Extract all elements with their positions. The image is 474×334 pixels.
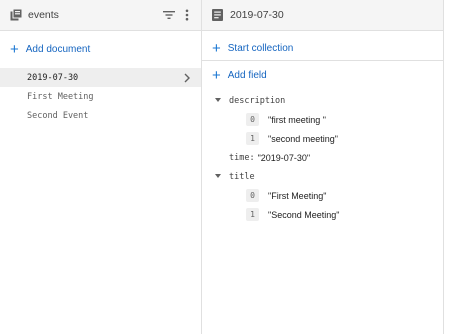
add-document-label: Add document [25, 43, 91, 55]
document-item[interactable]: 2019-07-30 [0, 68, 201, 87]
array-value: "second meeting" [268, 133, 338, 144]
field-row-time[interactable]: time: "2019-07-30" [202, 148, 443, 167]
collection-header: events [0, 0, 201, 31]
array-item[interactable]: 1 "Second Meeting" [202, 205, 443, 224]
field-name: description [229, 95, 286, 106]
expand-caret-icon[interactable] [215, 98, 221, 102]
array-item[interactable]: 1 "second meeting" [202, 129, 443, 148]
collection-icon [10, 9, 22, 21]
array-index: 1 [246, 208, 259, 221]
document-icon [212, 9, 224, 21]
array-index: 0 [246, 113, 259, 126]
filter-icon[interactable] [163, 8, 175, 22]
plus-icon: + [212, 40, 221, 57]
field-row-title[interactable]: title [202, 167, 443, 186]
plus-icon: + [10, 40, 19, 58]
array-value: "Second Meeting" [268, 209, 340, 220]
document-item[interactable]: First Meeting [0, 87, 201, 106]
add-field-button[interactable]: + Add field [202, 63, 443, 87]
document-id: 2019-07-30 [27, 72, 79, 83]
document-id: First Meeting [27, 91, 94, 102]
document-pane: 2019-07-30 + Start collection + Add fiel… [202, 0, 444, 334]
document-item[interactable]: Second Event [0, 106, 201, 125]
field-row-description[interactable]: description [202, 91, 443, 110]
add-document-button[interactable]: + Add document [0, 37, 201, 61]
document-title: 2019-07-30 [230, 9, 284, 21]
field-list: description 0 "first meeting " 1 "second… [202, 87, 443, 224]
field-name: time: [229, 152, 255, 163]
start-collection-button[interactable]: + Start collection [202, 37, 443, 61]
collection-title: events [28, 9, 59, 21]
document-id: Second Event [27, 110, 89, 121]
document-header: 2019-07-30 [202, 0, 443, 31]
array-index: 1 [246, 132, 259, 145]
field-value: "2019-07-30" [257, 152, 311, 163]
collection-pane: events + Add document 2019-07-30 First M… [0, 0, 202, 334]
array-index: 0 [246, 189, 259, 202]
expand-caret-icon[interactable] [215, 174, 221, 178]
document-list: 2019-07-30 First Meeting Second Event [0, 68, 201, 125]
start-collection-label: Start collection [227, 43, 294, 54]
field-name: title [229, 171, 255, 182]
add-field-label: Add field [227, 69, 267, 81]
more-vert-icon[interactable] [181, 8, 193, 22]
chevron-right-icon [183, 73, 191, 83]
array-item[interactable]: 0 "first meeting " [202, 110, 443, 129]
plus-icon: + [212, 66, 221, 84]
array-item[interactable]: 0 "First Meeting" [202, 186, 443, 205]
array-value: "first meeting " [268, 114, 326, 125]
array-value: "First Meeting" [268, 190, 327, 201]
